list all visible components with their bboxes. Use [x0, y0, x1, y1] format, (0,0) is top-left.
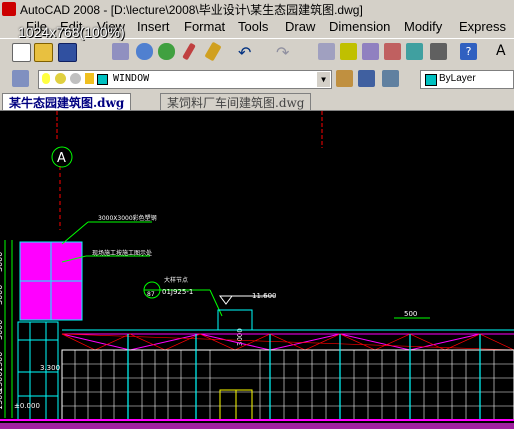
- level-mark: 3.300: [40, 364, 60, 372]
- layer-on-bulb-icon[interactable]: [42, 73, 50, 84]
- new-file-icon[interactable]: [12, 43, 31, 62]
- autocad-app-icon[interactable]: [2, 2, 16, 16]
- layer-manager-icon[interactable]: [12, 70, 29, 87]
- leader-line: [209, 289, 223, 317]
- dim-right: 500: [404, 310, 417, 318]
- detail-ref: 大样节点: [164, 276, 188, 284]
- layers-toolbar: WINDOW ▼ ByLayer: [0, 66, 514, 93]
- cad-drawing: A 3000 3000 3000 1500 1500 1500 3000X300…: [0, 111, 514, 429]
- menu-dimension[interactable]: Dimension: [329, 19, 390, 34]
- dim-text: 3000: [0, 285, 4, 305]
- menu-insert[interactable]: Insert: [137, 19, 170, 34]
- color-control-dropdown[interactable]: ByLayer: [420, 70, 514, 89]
- elevation-top: 11.600: [252, 292, 277, 300]
- detail-code: 01J925-1: [162, 288, 193, 296]
- layer-previous-icon[interactable]: [358, 70, 375, 87]
- open-folder-icon[interactable]: [34, 43, 53, 62]
- layer-states-icon[interactable]: [382, 70, 399, 87]
- save-icon[interactable]: [58, 43, 77, 62]
- layer-color-swatch[interactable]: [97, 74, 108, 85]
- tab-eco-park-drawing[interactable]: 某牛态园建筑图.dwg: [2, 93, 132, 110]
- document-tab-bar: 某牛态园建筑图.dwg 某饲料厂车间建筑图.dwg: [0, 92, 514, 111]
- dim-text: 1500: [0, 390, 4, 410]
- chevron-down-icon[interactable]: ▼: [317, 72, 330, 87]
- calculator-icon[interactable]: [430, 43, 447, 60]
- ground-band: [0, 423, 514, 429]
- dim-text: 3000: [0, 320, 4, 340]
- publish-icon[interactable]: [136, 43, 153, 60]
- grid-bubble-label: A: [57, 151, 66, 166]
- pan-icon[interactable]: [318, 43, 335, 60]
- layer-freeze-sun-icon[interactable]: [55, 73, 66, 84]
- color-swatch: [425, 74, 437, 86]
- glazing-grid: [62, 350, 514, 420]
- detail-number: 87: [147, 291, 155, 298]
- dim-text: 3000: [0, 252, 4, 272]
- zoom-window-icon[interactable]: [362, 43, 379, 60]
- tab-feed-factory-drawing[interactable]: 某饲料厂车间建筑图.dwg: [160, 93, 312, 110]
- elevation-mark: [219, 295, 233, 305]
- leader-line: [61, 221, 89, 245]
- menu-format[interactable]: Format: [184, 19, 225, 34]
- make-object-layer-current-icon[interactable]: [336, 70, 353, 87]
- help-icon[interactable]: ?: [460, 43, 477, 60]
- drawing-canvas[interactable]: A 3000 3000 3000 1500 1500 1500 3000X300…: [0, 111, 514, 429]
- level-mark: ±0.000: [14, 402, 40, 410]
- match-properties-icon[interactable]: [204, 41, 222, 62]
- undo-icon[interactable]: ↶: [238, 43, 258, 62]
- web-icon[interactable]: [158, 43, 175, 60]
- menu-tools[interactable]: Tools: [238, 19, 268, 34]
- menu-express[interactable]: Express: [459, 19, 506, 34]
- layer-dropdown[interactable]: WINDOW ▼: [38, 70, 332, 89]
- layer-lock-icon[interactable]: [85, 73, 94, 84]
- dim-text: 1500: [0, 372, 4, 392]
- standard-toolbar: ↶ ↷ ? A: [0, 38, 514, 68]
- layer-vp-freeze-icon[interactable]: [70, 73, 81, 84]
- color-value: ByLayer: [439, 73, 476, 84]
- zoom-previous-icon[interactable]: [384, 43, 401, 60]
- redo-icon[interactable]: ↷: [276, 43, 296, 62]
- title-bar: AutoCAD 2008 - [D:\lecture\2008\毕业设计\某生态…: [0, 0, 514, 19]
- annotation-board-note: 现场施工按施工图示处: [92, 249, 152, 257]
- text-style-icon[interactable]: A: [496, 43, 513, 60]
- cut-icon[interactable]: [182, 42, 196, 61]
- menu-modify[interactable]: Modify: [404, 19, 442, 34]
- wall-outline: [61, 349, 514, 421]
- menu-draw[interactable]: Draw: [285, 19, 315, 34]
- properties-icon[interactable]: [406, 43, 423, 60]
- annotation-board: 3000X3000彩色塑钢: [98, 214, 157, 222]
- dim-text: 1500: [0, 352, 4, 372]
- window-title: AutoCAD 2008 - [D:\lecture\2008\毕业设计\某生态…: [20, 3, 363, 17]
- resolution-overlay: 1024x768(100%): [18, 24, 125, 40]
- zoom-realtime-icon[interactable]: [340, 43, 357, 60]
- print-icon[interactable]: [112, 43, 129, 60]
- layer-name: WINDOW: [113, 73, 150, 84]
- roof-vent: [217, 309, 253, 331]
